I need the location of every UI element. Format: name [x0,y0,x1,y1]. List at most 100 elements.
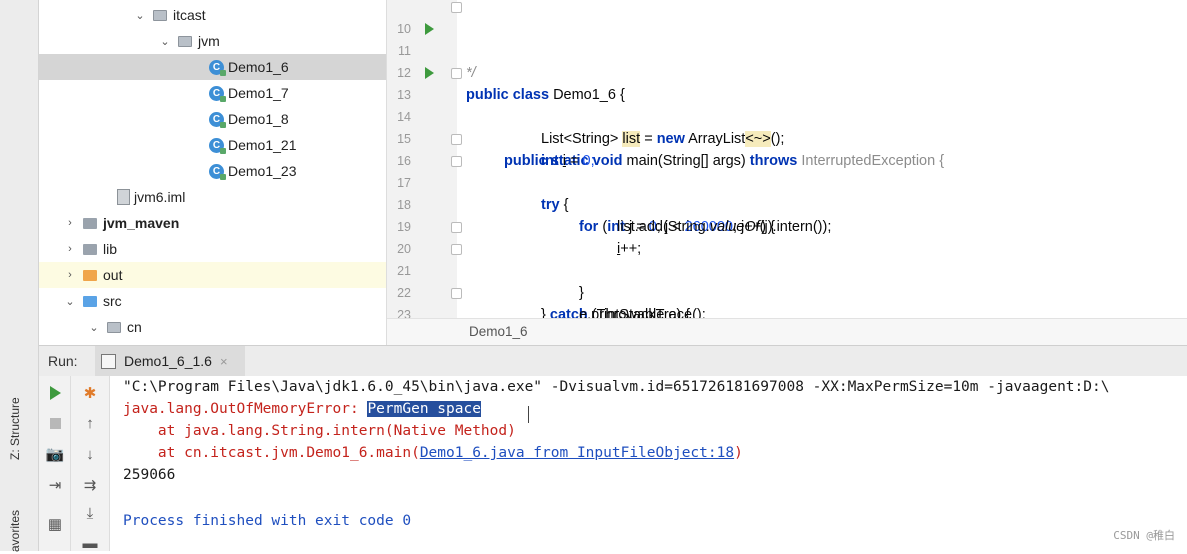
tree-item-itcast[interactable]: ⌄ itcast [39,2,386,28]
error-text: at cn.itcast.jvm.Demo1_6.main( [123,445,420,461]
fold-marker-icon[interactable] [451,68,462,79]
chevron-down-icon[interactable]: ⌄ [89,321,99,334]
tree-item-label: jvm_maven [103,215,180,231]
chevron-right-icon[interactable]: › [65,243,75,255]
soft-wrap-icon[interactable]: ⇉ [79,474,101,496]
source-link[interactable]: Demo1_6.java from InputFileObject:18 [420,445,734,461]
run-toolbar-secondary: ✱ ↑ ↓ ⇉ ⤓ ▬ [71,376,110,552]
run-tab-title: Demo1_6_1.6 [124,353,212,369]
run-tool-window-header: Run: Demo1_6_1.6 × [39,345,1187,377]
tree-item-jvm6-iml[interactable]: jvm6.iml [39,184,386,210]
tree-item-label: itcast [173,7,206,23]
chevron-right-icon[interactable]: › [65,269,75,281]
tree-item-label: lib [103,241,118,257]
layout-icon[interactable]: ▦ [44,513,66,535]
chevron-down-icon[interactable]: ⌄ [65,295,75,308]
code-editor[interactable]: 10 */ 11 public class Demo1_6 { 12 13 pu… [387,0,1187,345]
code-line: 22 e.printStackTrace(); [387,260,1187,323]
code-line: 21 } catch (Throwable e) { [387,238,1187,323]
tree-item-demo1-6[interactable]: C Demo1_6 [39,54,386,80]
tree-item-lib[interactable]: › lib [39,236,386,262]
tree-item-label: Demo1_7 [228,85,289,101]
chevron-down-icon[interactable]: ⌄ [135,9,145,22]
tree-item-label: Demo1_6 [228,59,289,75]
tree-item-demo1-21[interactable]: C Demo1_21 [39,132,386,158]
iml-file-icon [117,189,130,205]
tree-item-jvm[interactable]: ⌄ jvm [39,28,386,54]
breadcrumb: Demo1_6 [387,318,1187,345]
tree-item-label: jvm6.iml [134,189,186,205]
console-output[interactable]: "C:\Program Files\Java\jdk1.6.0_45\bin\j… [110,376,1187,551]
code-line: 20 } [387,216,1187,301]
side-tool-strip: Z: Structure avorites [0,0,39,552]
run-config-tab[interactable]: Demo1_6_1.6 × [95,346,245,376]
chevron-right-icon[interactable]: › [65,217,75,229]
close-icon[interactable]: × [220,354,228,369]
fold-marker-icon[interactable] [451,244,462,255]
folder-icon [83,295,97,307]
code-line: 15 int i = 0; [387,106,1187,169]
folder-icon [83,217,97,229]
code-line: 10 */ [387,0,1187,81]
watermark: CSDN @稚白 [1113,529,1175,542]
java-class-icon: C [209,85,226,102]
tree-item-label: out [103,267,123,283]
login-icon[interactable]: ⇥ [44,474,66,496]
tree-item-out[interactable]: › out [39,262,386,288]
tree-item-src[interactable]: ⌄ src [39,288,386,314]
tree-item-jvm-maven[interactable]: › jvm_maven [39,210,386,236]
tree-item-label: Demo1_23 [228,163,297,179]
run-icon[interactable] [44,382,66,404]
code-line: 19 i++; [387,194,1187,257]
folder-icon [83,269,97,281]
folder-icon [83,243,97,255]
fold-marker-icon[interactable] [451,222,462,233]
tree-item-label: jvm [198,33,220,49]
package-icon [153,9,167,21]
tree-item-demo1-23[interactable]: C Demo1_23 [39,158,386,184]
tree-item-demo1-8[interactable]: C Demo1_8 [39,106,386,132]
console-error-line: java.lang.OutOfMemoryError: PermGen spac… [123,398,481,420]
java-class-icon: C [209,111,226,128]
error-text: java.lang.OutOfMemoryError: [123,401,368,417]
fold-marker-icon[interactable] [451,288,462,299]
fold-marker-icon[interactable] [451,156,462,167]
selected-text: PermGen space [367,401,481,417]
debug-icon[interactable]: ✱ [79,382,101,404]
java-class-icon: C [209,137,226,154]
code-line: 23 } finally { [387,282,1187,322]
fold-marker-icon[interactable] [451,134,462,145]
tree-item-label: Demo1_21 [228,137,297,153]
code-line: 12 [387,40,1187,80]
chevron-down-icon[interactable]: ⌄ [160,35,170,48]
package-icon [107,321,121,333]
console-process-finished: Process finished with exit code 0 [123,513,412,529]
console-trace-line: at cn.itcast.jvm.Demo1_6.main(Demo1_6.ja… [123,442,743,464]
tree-item-label: src [103,293,122,309]
run-toolbar-primary: 📷 ⇥ ▦ [39,376,71,551]
stop-icon[interactable] [44,412,66,434]
camera-icon[interactable]: 📷 [44,443,66,465]
breadcrumb-item[interactable]: Demo1_6 [469,324,528,339]
console-trace-line: at java.lang.String.intern(Native Method… [123,423,516,439]
console-output-count: 259066 [123,467,176,483]
fold-marker-icon[interactable] [451,2,462,13]
code-line: 14 List<String> list = new ArrayList<~>(… [387,84,1187,147]
arrow-up-icon[interactable]: ↑ [79,412,101,434]
tree-item-cn[interactable]: ⌄ cn [39,314,386,340]
tree-item-label: cn [127,319,142,335]
run-label: Run: [48,353,78,369]
tree-item-label: Demo1_8 [228,111,289,127]
console-tab-icon [101,353,116,369]
scroll-to-end-icon[interactable]: ⤓ [79,502,101,524]
run-gutter-icon[interactable] [425,67,434,79]
java-class-icon: C [209,59,226,76]
structure-side-tab[interactable]: Z: Structure [8,397,22,460]
code-line: 16 try { [387,128,1187,213]
run-gutter-icon[interactable] [425,23,434,35]
arrow-down-icon[interactable]: ↓ [79,443,101,465]
code-line: 18 list.add(String.valueOf(j).intern()); [387,172,1187,235]
tree-item-demo1-7[interactable]: C Demo1_7 [39,80,386,106]
favorites-side-tab[interactable]: avorites [8,510,22,552]
project-tree: ⌄ itcast ⌄ jvm C Demo1_6 C Demo1_7 C Dem… [39,0,387,345]
